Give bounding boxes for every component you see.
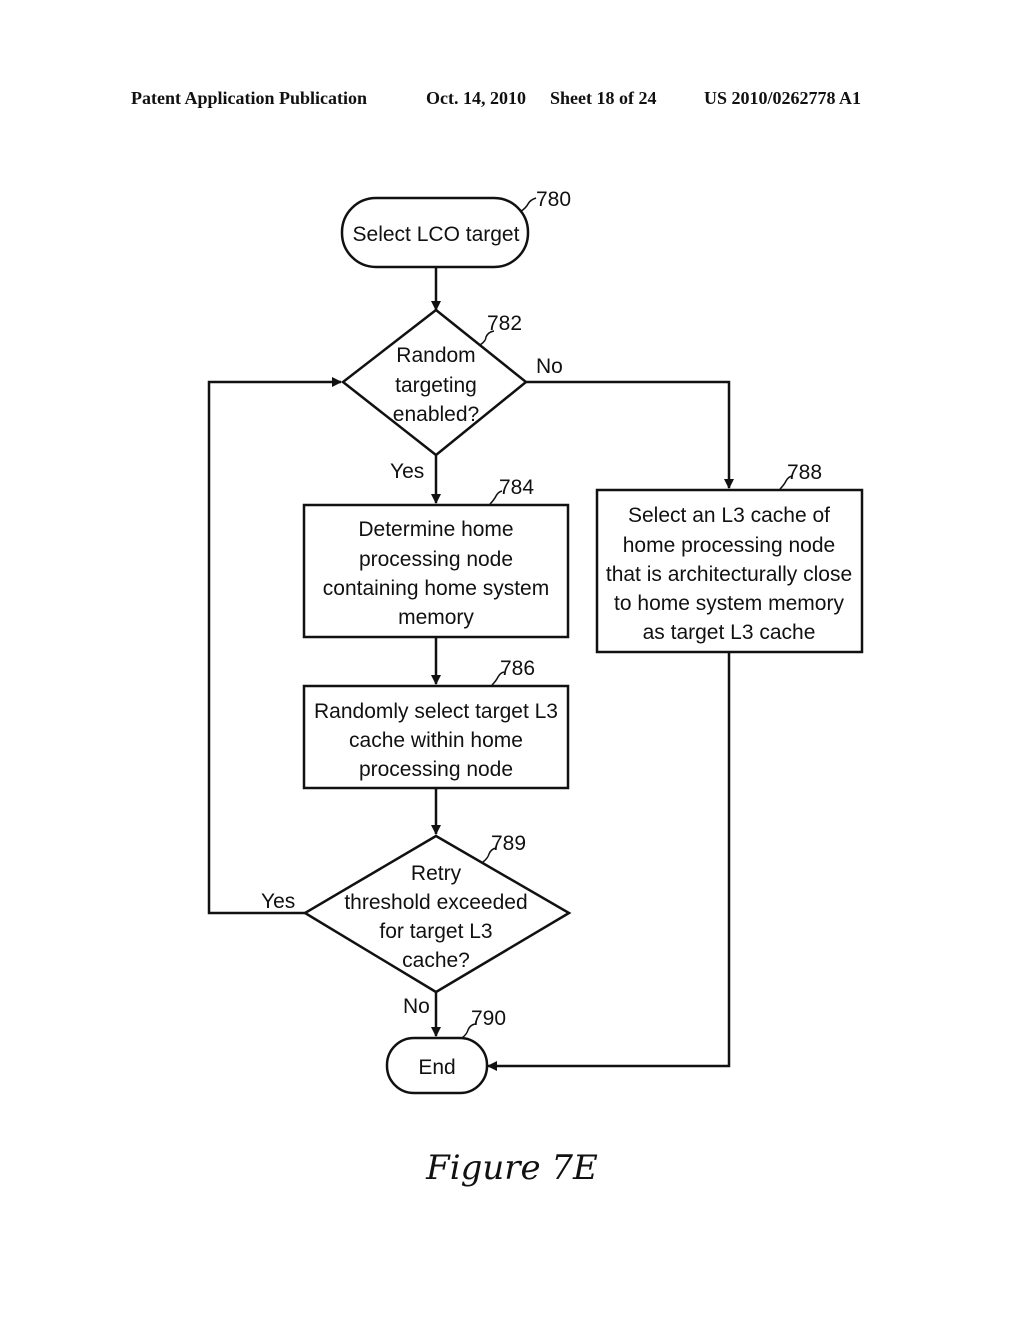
node-788-line: Select an L3 cache of bbox=[628, 504, 830, 527]
node-786-line: Randomly select target L3 bbox=[314, 700, 558, 723]
node-784-line: processing node bbox=[359, 548, 513, 571]
edge-789-782-yes bbox=[207, 377, 342, 915]
node-788-line: as target L3 cache bbox=[643, 621, 816, 644]
ref-780: 780 bbox=[536, 188, 571, 211]
ref-786: 786 bbox=[500, 657, 535, 680]
node-780-line: Select LCO target bbox=[353, 223, 520, 246]
edge-label-782-no: No bbox=[536, 355, 563, 378]
ref-784: 784 bbox=[499, 476, 534, 499]
node-786-line: cache within home bbox=[349, 729, 523, 752]
edge-label-789-no: No bbox=[403, 995, 430, 1018]
node-782-line: Random bbox=[396, 344, 475, 367]
node-784-line: containing home system bbox=[323, 577, 549, 600]
node-784-line: Determine home bbox=[358, 518, 513, 541]
node-782-random-targeting-decision: Random targeting enabled? 782 bbox=[340, 308, 528, 457]
edge-782-788-no bbox=[526, 380, 734, 489]
ref-790: 790 bbox=[471, 1007, 506, 1030]
node-788-line: that is architecturally close bbox=[606, 563, 852, 586]
ref-789: 789 bbox=[491, 832, 526, 855]
node-789-retry-threshold-decision: Retry threshold exceeded for target L3 c… bbox=[302, 832, 572, 994]
node-788-select-close-l3: Select an L3 cache of home processing no… bbox=[595, 461, 864, 654]
ref-788: 788 bbox=[787, 461, 822, 484]
ref-782: 782 bbox=[487, 312, 522, 335]
node-782-line: targeting bbox=[395, 374, 477, 397]
node-780-select-lco-target: Select LCO target 780 bbox=[340, 188, 571, 269]
flowchart: Select LCO target 780 Random targeting e… bbox=[207, 188, 864, 1095]
node-789-line: for target L3 bbox=[379, 920, 492, 943]
node-784-line: memory bbox=[398, 606, 474, 629]
node-782-line: enabled? bbox=[393, 403, 479, 426]
node-790-end: End 790 bbox=[385, 1007, 506, 1095]
node-788-line: to home system memory bbox=[614, 592, 844, 615]
node-788-line: home processing node bbox=[623, 534, 835, 557]
node-789-line: threshold exceeded bbox=[344, 891, 527, 914]
edge-label-789-yes: Yes bbox=[261, 890, 295, 913]
node-790-line: End bbox=[418, 1056, 455, 1079]
node-789-line: Retry bbox=[411, 862, 462, 885]
node-786-line: processing node bbox=[359, 758, 513, 781]
node-789-line: cache? bbox=[402, 949, 470, 972]
figure-caption: Figure 7E bbox=[426, 1148, 598, 1188]
edge-label-782-yes: Yes bbox=[390, 460, 424, 483]
